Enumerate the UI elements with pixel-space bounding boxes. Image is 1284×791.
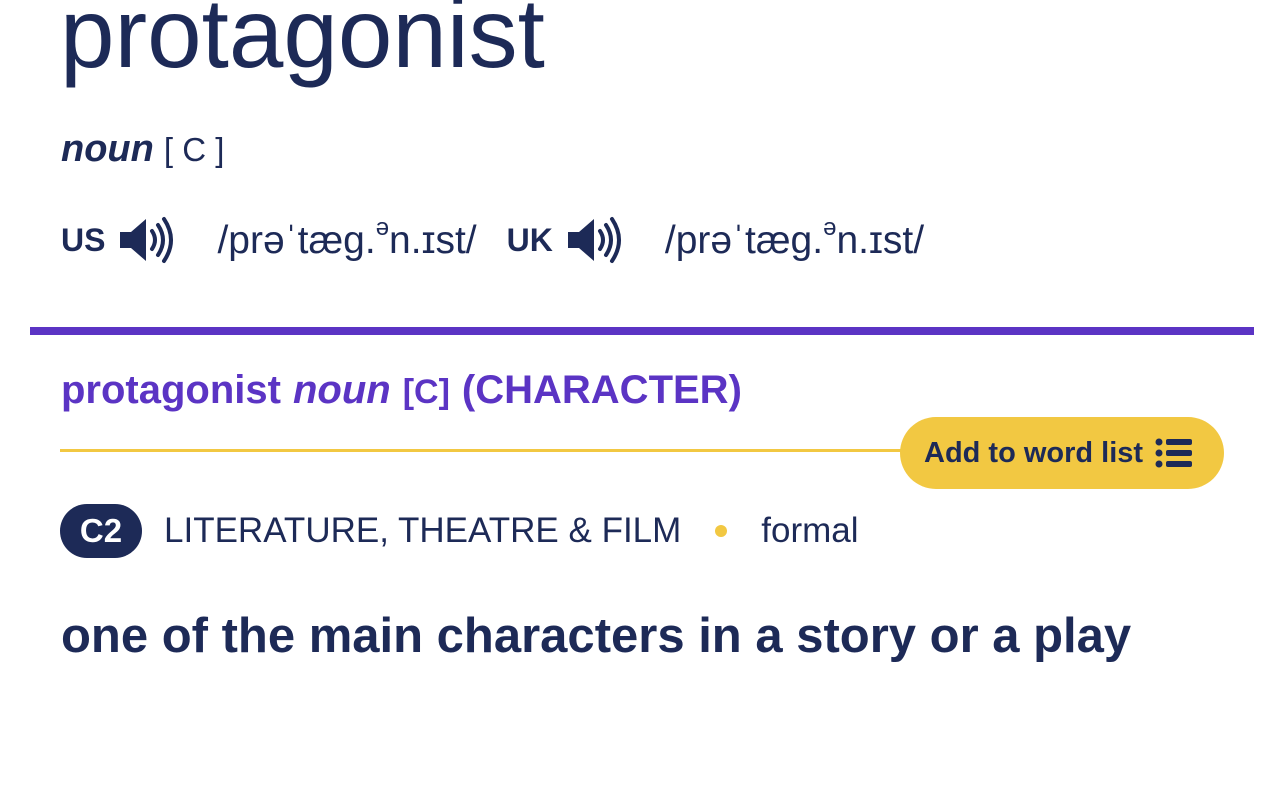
sense-divider — [60, 449, 920, 452]
add-to-word-list-button[interactable]: Add to word list — [900, 417, 1224, 489]
domain-label[interactable]: LITERATURE, THEATRE & FILM — [164, 511, 681, 551]
grammar-code[interactable]: [ C ] — [164, 131, 225, 168]
ipa-uk: /prəˈtæg.ən.ɪst/ — [664, 214, 925, 263]
level-badge[interactable]: C2 — [60, 504, 142, 558]
ipa-uk-part: /prəˈtæg. — [664, 218, 824, 262]
speaker-icon[interactable] — [117, 216, 175, 264]
section-divider — [30, 327, 1254, 335]
ipa-us: /prəˈtæg.ən.ɪst/ — [217, 214, 477, 263]
ipa-us-superscript: ə — [375, 213, 390, 241]
part-of-speech-line: noun [ C ] — [61, 127, 224, 172]
sense-part-of-speech[interactable]: noun — [293, 368, 391, 412]
headword-title: protagonist — [60, 0, 545, 88]
speaker-icon[interactable] — [565, 216, 623, 264]
sense-labels: C2 LITERATURE, THEATRE & FILM formal — [60, 504, 859, 558]
ipa-us-part: n.ɪst/ — [389, 218, 477, 262]
sense-heading: protagonist noun [C] (CHARACTER) — [61, 366, 742, 416]
region-label-us: US — [61, 221, 106, 258]
sense-headword: protagonist — [61, 368, 281, 412]
ipa-uk-superscript: ə — [823, 213, 837, 241]
separator-dot — [715, 525, 728, 537]
ipa-uk-part: n.ɪst/ — [836, 218, 925, 262]
list-icon — [1155, 438, 1193, 468]
sense-guideword: (CHARACTER) — [461, 368, 742, 412]
pronunciation-line: US /prəˈtæg.ən.ɪst/ UK /prəˈtæg.ən.ɪst/ — [61, 214, 924, 266]
add-to-word-list-label: Add to word list — [924, 436, 1144, 469]
sense-grammar-code[interactable]: [C] — [403, 373, 450, 411]
uk-pronunciation: UK /prəˈtæg.ən.ɪst/ — [506, 214, 925, 264]
register-label[interactable]: formal — [761, 511, 858, 551]
region-label-uk: UK — [506, 221, 553, 258]
dictionary-entry-page: protagonist noun[ C ] US /prəˈtæg.ən.ɪst… — [0, 0, 1284, 791]
definition-text: one of the main characters in a story or… — [61, 609, 1132, 663]
part-of-speech[interactable]: noun — [61, 128, 154, 170]
ipa-us-part: /prəˈtæg. — [217, 218, 376, 262]
